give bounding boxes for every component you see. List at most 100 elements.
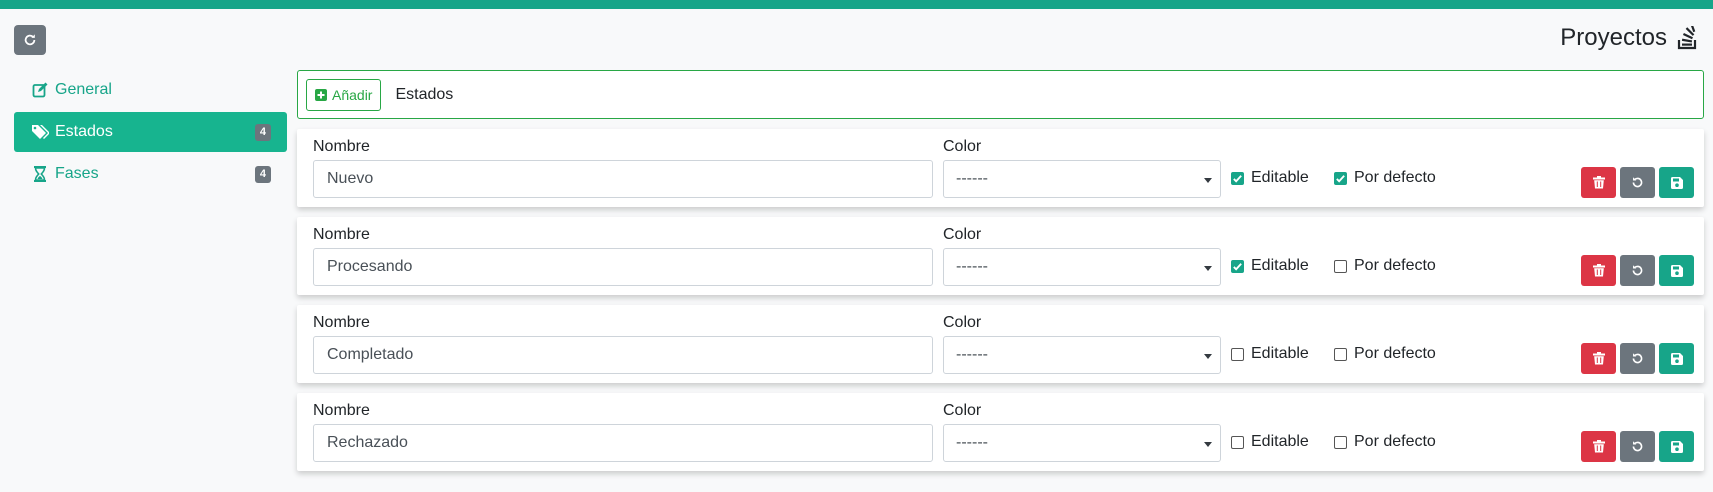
trash-icon (1592, 264, 1605, 277)
editable-checkbox[interactable]: Editable (1231, 169, 1309, 187)
color-select-value: ------ (956, 170, 988, 187)
color-select-value: ------ (956, 258, 988, 275)
caret-down-icon (1204, 442, 1212, 447)
name-label: Nombre (313, 402, 370, 419)
default-label: Por defecto (1354, 345, 1436, 362)
row-actions (1581, 431, 1694, 462)
add-button[interactable]: Añadir (306, 78, 382, 111)
editable-checkbox[interactable]: Editable (1231, 257, 1309, 275)
checkbox-box[interactable] (1334, 171, 1347, 185)
editable-checkbox[interactable]: Editable (1231, 345, 1309, 363)
editable-label: Editable (1251, 433, 1309, 450)
stack-overflow-icon (1677, 26, 1697, 50)
add-button-label: Añadir (332, 86, 373, 103)
section-title: Estados (395, 85, 454, 103)
caret-down-icon (1204, 354, 1212, 359)
row-actions (1581, 167, 1694, 198)
refresh-icon (24, 34, 36, 46)
save-button[interactable] (1659, 343, 1694, 374)
state-card: Nombre Color Nuevo ------ Editable Por defect… (297, 129, 1704, 207)
delete-button[interactable] (1581, 431, 1616, 462)
save-icon (1670, 264, 1683, 277)
refresh-button[interactable] (14, 25, 46, 55)
tags-icon (31, 123, 49, 141)
color-label: Color (943, 138, 982, 155)
caret-down-icon (1204, 178, 1212, 183)
reset-button[interactable] (1620, 431, 1655, 462)
sidebar-item-fases[interactable]: Fases 4 (14, 154, 287, 194)
color-label: Color (943, 402, 982, 419)
state-card: Nombre Color Procesando ------ Editable Por d… (297, 217, 1704, 295)
reset-button[interactable] (1620, 255, 1655, 286)
trash-icon (1592, 352, 1605, 365)
checkbox-box[interactable] (1334, 347, 1347, 361)
reset-button[interactable] (1620, 167, 1655, 198)
sidebar-item-label: Fases (55, 165, 99, 182)
default-checkbox[interactable]: Por defecto (1334, 169, 1436, 187)
default-label: Por defecto (1354, 257, 1436, 274)
default-checkbox[interactable]: Por defecto (1334, 433, 1436, 451)
state-card: Nombre Color Completado ------ Editable Por d… (297, 305, 1704, 383)
caret-down-icon (1204, 266, 1212, 271)
delete-button[interactable] (1581, 343, 1616, 374)
page-title-text: Proyectos (1560, 24, 1667, 51)
save-icon (1670, 440, 1683, 453)
sidebar-item-label: General (55, 81, 112, 98)
row-actions (1581, 343, 1694, 374)
name-input[interactable]: Nuevo (313, 160, 933, 198)
sidebar-item-label: Estados (55, 123, 113, 140)
undo-icon (1632, 177, 1643, 188)
editable-label: Editable (1251, 257, 1309, 274)
color-select-value: ------ (956, 346, 988, 363)
editable-label: Editable (1251, 169, 1309, 186)
color-label: Color (943, 226, 982, 243)
page-title: Proyectos (1560, 24, 1699, 52)
default-label: Por defecto (1354, 169, 1436, 186)
editable-label: Editable (1251, 345, 1309, 362)
count-badge: 4 (254, 123, 271, 141)
undo-icon (1632, 265, 1643, 276)
delete-button[interactable] (1581, 255, 1616, 286)
color-select[interactable]: ------ (943, 424, 1221, 462)
checkbox-box[interactable] (1231, 171, 1244, 185)
hourglass-icon (31, 165, 49, 183)
checkbox-box[interactable] (1334, 435, 1347, 449)
reset-button[interactable] (1620, 343, 1655, 374)
state-card: Nombre Color Rechazado ------ Editable Por de… (297, 393, 1704, 471)
editable-checkbox[interactable]: Editable (1231, 433, 1309, 451)
plus-square-icon (315, 88, 327, 101)
save-button[interactable] (1659, 167, 1694, 198)
default-checkbox[interactable]: Por defecto (1334, 257, 1436, 275)
states-toolbar: Añadir Estados (297, 70, 1704, 119)
sidebar: General Estados 4 Fases 4 (14, 70, 287, 196)
checkbox-box[interactable] (1231, 347, 1244, 361)
sidebar-item-general[interactable]: General (14, 70, 287, 110)
name-input[interactable]: Procesando (313, 248, 933, 286)
delete-button[interactable] (1581, 167, 1616, 198)
name-input[interactable]: Completado (313, 336, 933, 374)
count-badge: 4 (254, 165, 271, 183)
name-label: Nombre (313, 138, 370, 155)
row-actions (1581, 255, 1694, 286)
checkbox-box[interactable] (1334, 259, 1347, 273)
name-label: Nombre (313, 226, 370, 243)
save-button[interactable] (1659, 255, 1694, 286)
color-select[interactable]: ------ (943, 160, 1221, 198)
undo-icon (1632, 441, 1643, 452)
checkbox-box[interactable] (1231, 259, 1244, 273)
name-label: Nombre (313, 314, 370, 331)
trash-icon (1592, 176, 1605, 189)
trash-icon (1592, 440, 1605, 453)
color-label: Color (943, 314, 982, 331)
default-label: Por defecto (1354, 433, 1436, 450)
color-select[interactable]: ------ (943, 248, 1221, 286)
save-button[interactable] (1659, 431, 1694, 462)
sidebar-item-estados[interactable]: Estados 4 (14, 112, 287, 152)
checkbox-box[interactable] (1231, 435, 1244, 449)
name-input[interactable]: Rechazado (313, 424, 933, 462)
color-select-value: ------ (956, 434, 988, 451)
edit-icon (31, 81, 49, 99)
color-select[interactable]: ------ (943, 336, 1221, 374)
default-checkbox[interactable]: Por defecto (1334, 345, 1436, 363)
top-accent-bar (0, 0, 1713, 9)
